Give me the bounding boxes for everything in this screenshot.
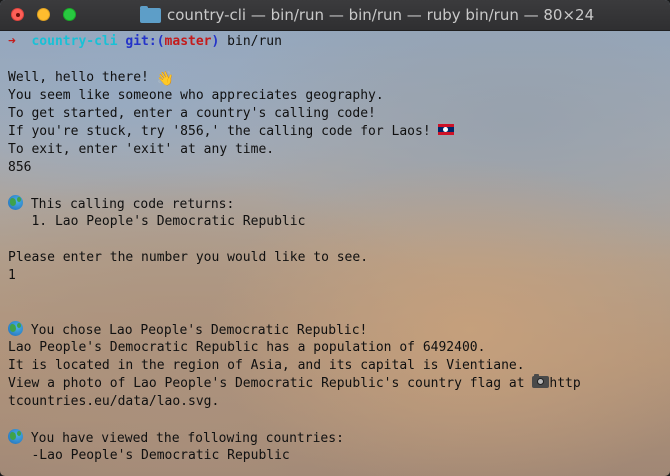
laos-flag-icon <box>438 124 455 135</box>
stuck-hint-line: If you're stuck, try '856,' the calling … <box>8 123 455 141</box>
exit-hint-line: To exit, enter 'exit' at any time. <box>8 142 275 157</box>
history-header-text: You have viewed the following countries: <box>23 431 344 446</box>
close-button[interactable] <box>11 8 24 21</box>
prompt-arrow-icon: ➜ <box>8 34 16 49</box>
title-bar[interactable]: country-cli — bin/run — bin/run — ruby b… <box>0 0 670 31</box>
window-title-text: country-cli — bin/run — bin/run — ruby b… <box>167 6 595 24</box>
result-item: 1. Lao People's Democratic Republic <box>8 214 306 229</box>
prompt-git-label: git:( <box>125 34 165 49</box>
flag-photo-line: View a photo of Lao People's Democratic … <box>8 374 581 393</box>
get-started-line: To get started, enter a country's callin… <box>8 106 376 121</box>
globe-icon <box>8 321 23 336</box>
history-header-line: You have viewed the following countries: <box>8 429 344 447</box>
prompt-directory: country-cli <box>31 34 118 49</box>
chosen-country-line: You chose Lao People's Democratic Republ… <box>8 321 367 339</box>
minimize-button[interactable] <box>37 8 50 21</box>
geography-line: You seem like someone who appreciates ge… <box>8 88 384 103</box>
flag-photo-text: View a photo of Lao People's Democratic … <box>8 376 533 391</box>
chosen-country-text: You chose Lao People's Democratic Republ… <box>23 323 368 338</box>
region-line: It is located in the region of Asia, and… <box>8 358 525 373</box>
shell-prompt-line: ➜ country-cli git:(master) bin/run <box>8 33 282 51</box>
camera-icon <box>532 374 550 388</box>
results-header-text: This calling code returns: <box>23 197 235 212</box>
prompt-git-close: ) <box>211 34 220 49</box>
number-input: 1 <box>8 268 16 283</box>
flag-photo-url-continued: tcountries.eu/data/lao.svg. <box>8 394 220 409</box>
waving-hand-icon: 👋 <box>156 71 175 87</box>
terminal-window: country-cli — bin/run — bin/run — ruby b… <box>0 0 670 476</box>
globe-icon <box>8 429 23 444</box>
stuck-hint-text: If you're stuck, try '856,' the calling … <box>8 124 439 139</box>
calling-code-input: 856 <box>8 160 32 175</box>
folder-icon <box>140 5 161 23</box>
zoom-button[interactable] <box>63 8 76 21</box>
number-prompt-line: Please enter the number you would like t… <box>8 250 369 265</box>
greeting-line: Well, hello there! 👋 <box>8 69 175 87</box>
terminal-output[interactable]: ➜ country-cli git:(master) bin/run Well,… <box>0 31 670 476</box>
results-header-line: This calling code returns: <box>8 195 234 213</box>
prompt-branch: master <box>164 34 212 49</box>
population-line: Lao People's Democratic Republic has a p… <box>8 340 486 355</box>
flag-photo-url-start: http <box>549 376 581 391</box>
prompt-command: bin/run <box>227 34 282 49</box>
globe-icon <box>8 195 23 210</box>
history-item: -Lao People's Democratic Republic <box>8 448 290 463</box>
window-title: country-cli — bin/run — bin/run — ruby b… <box>140 5 595 24</box>
greeting-text: Well, hello there! <box>8 70 157 85</box>
